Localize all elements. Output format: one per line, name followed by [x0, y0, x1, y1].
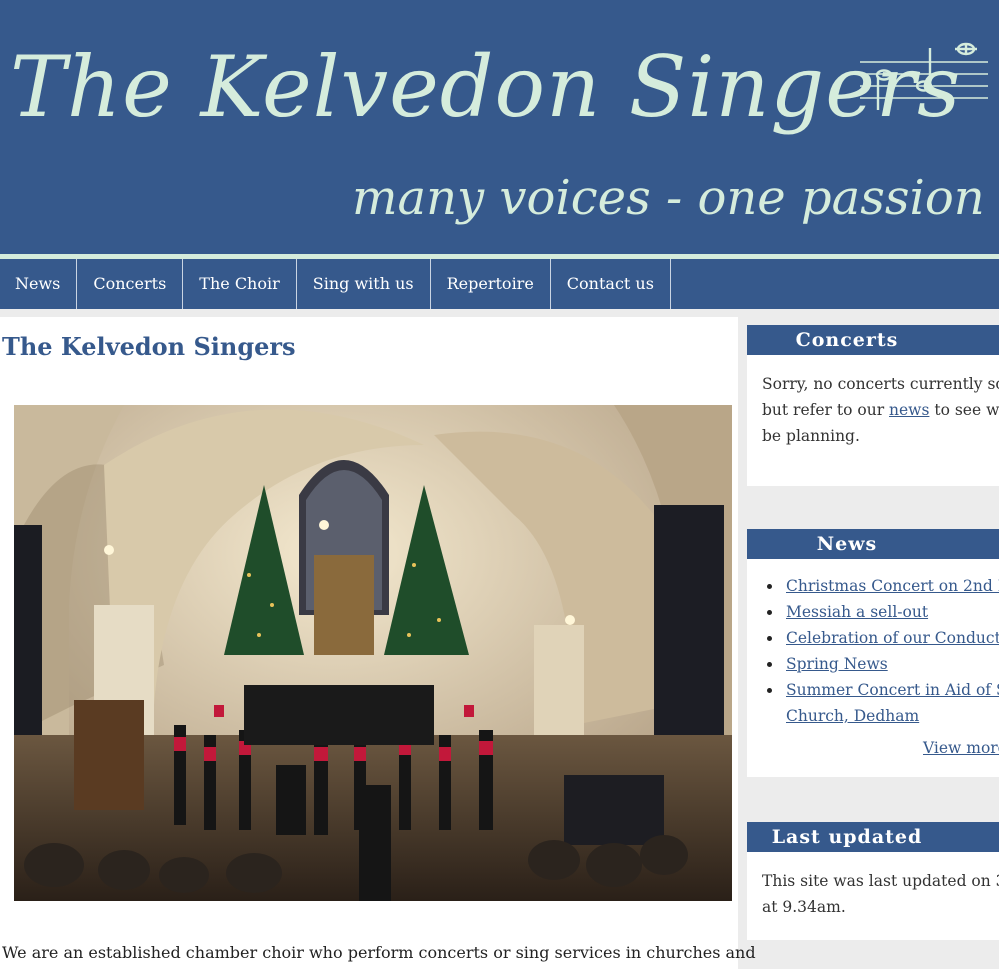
concerts-text-line1: Sorry, no concerts currently sch — [762, 375, 999, 393]
news-widget: News Christmas Concert on 2nd D Messiah … — [747, 529, 999, 777]
concerts-text: but refer to our — [762, 401, 890, 419]
news-item: Summer Concert in Aid of St Church, Dedha… — [767, 677, 999, 729]
main-navigation: News Concerts The Choir Sing with us Rep… — [0, 259, 999, 309]
news-list: Christmas Concert on 2nd D Messiah a sel… — [747, 559, 999, 729]
last-updated-heading: Last updated — [747, 822, 999, 852]
concerts-widget: Concerts Sorry, no concerts currently sc… — [747, 325, 999, 486]
site-header: The Kelvedon Singers many voices - one p… — [0, 0, 999, 254]
choir-concert-photo — [14, 405, 732, 901]
nav-concerts[interactable]: Concerts — [77, 259, 184, 309]
site-tagline: many voices - one passion — [352, 170, 985, 226]
news-item: Messiah a sell-out — [767, 599, 999, 625]
last-updated-widget: Last updated This site was last updated … — [747, 822, 999, 940]
concerts-body: Sorry, no concerts currently sch but ref… — [747, 355, 999, 449]
nav-repertoire[interactable]: Repertoire — [431, 259, 551, 309]
news-link[interactable]: news — [889, 401, 929, 419]
news-item: Celebration of our Conductor — [767, 625, 999, 651]
last-updated-line1: This site was last updated on 30 — [762, 872, 999, 890]
nav-news[interactable]: News — [0, 259, 78, 309]
news-item: Christmas Concert on 2nd D — [767, 573, 999, 599]
page-title: The Kelvedon Singers — [2, 332, 296, 361]
news-item: Spring News — [767, 651, 999, 677]
news-heading: News — [747, 529, 999, 559]
view-more-link[interactable]: View more — [923, 739, 999, 757]
main-content: The Kelvedon Singers We are an establish… — [0, 317, 756, 969]
music-notes-icon — [860, 42, 988, 110]
news-item-link[interactable]: Spring News — [786, 655, 888, 673]
news-item-link[interactable]: Summer Concert in Aid of St — [786, 681, 999, 699]
last-updated-line2: at 9.34am. — [762, 898, 846, 916]
nav-the-choir[interactable]: The Choir — [183, 259, 297, 309]
news-item-link[interactable]: Celebration of our Conductor — [786, 629, 999, 647]
site-title[interactable]: The Kelvedon Singers — [10, 38, 961, 136]
intro-text: We are an established chamber choir who … — [2, 943, 756, 962]
last-updated-body: This site was last updated on 30 at 9.34… — [747, 852, 999, 920]
nav-contact-us[interactable]: Contact us — [551, 259, 671, 309]
news-item-link[interactable]: Messiah a sell-out — [786, 603, 928, 621]
news-item-link[interactable]: Christmas Concert on 2nd D — [786, 577, 999, 595]
concerts-text: to see wha — [934, 401, 999, 419]
news-item-link-continued[interactable]: Church, Dedham — [786, 707, 919, 725]
concerts-text-line2: but refer to our news to see wha — [762, 397, 999, 423]
concerts-heading: Concerts — [747, 325, 999, 355]
concerts-text-line3: be planning. — [762, 427, 860, 445]
nav-sing-with-us[interactable]: Sing with us — [297, 259, 431, 309]
